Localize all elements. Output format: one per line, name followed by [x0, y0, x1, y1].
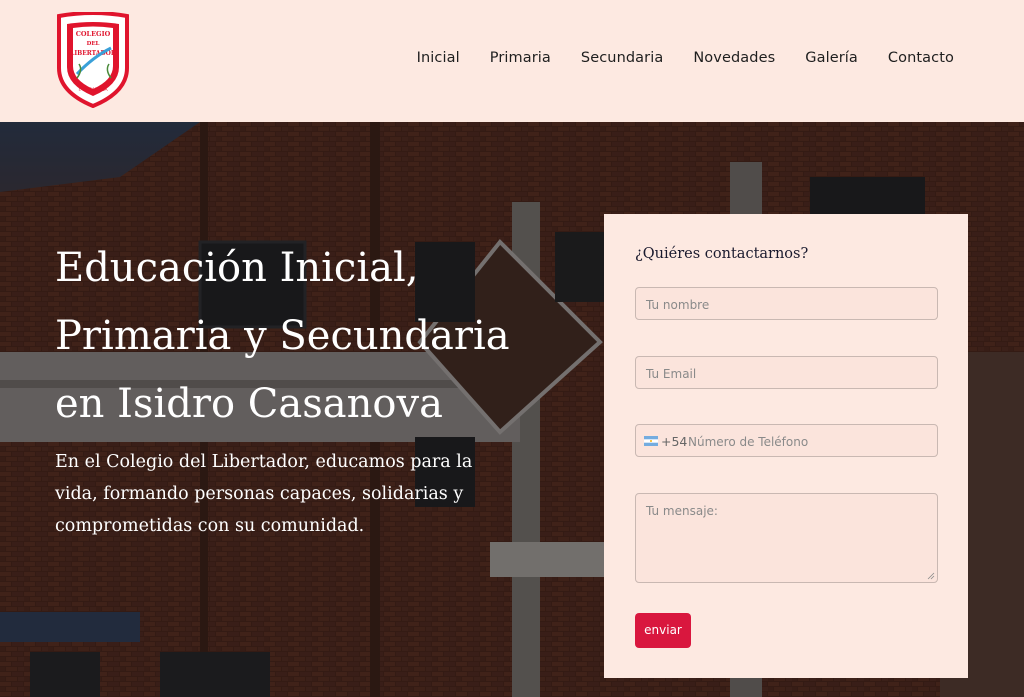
- phone-placeholder: Número de Teléfono: [688, 435, 809, 449]
- hero-title-line: Educación Inicial,: [55, 245, 419, 291]
- phone-input[interactable]: +54 Número de Teléfono: [635, 424, 938, 457]
- logo-bottom-text: I. CASANOVA: [78, 87, 108, 93]
- main-nav: Inicial Primaria Secundaria Novedades Ga…: [387, 50, 954, 66]
- hero-title-line: en Isidro Casanova: [55, 381, 443, 427]
- nav-item-galeria[interactable]: Galería: [805, 50, 858, 66]
- argentina-flag-icon[interactable]: [644, 436, 658, 446]
- phone-country-code: +54: [661, 434, 688, 449]
- logo-mid-text: DEL: [87, 41, 100, 47]
- name-input[interactable]: Tu nombre: [635, 287, 938, 320]
- message-textarea[interactable]: Tu mensaje:: [635, 493, 938, 583]
- logo-main-text: LIBERTADOR: [70, 50, 117, 57]
- nav-item-contacto[interactable]: Contacto: [888, 50, 954, 66]
- nav-item-novedades[interactable]: Novedades: [693, 50, 775, 66]
- form-title: ¿Quiéres contactarnos?: [635, 246, 809, 262]
- resize-handle-icon[interactable]: [927, 572, 935, 580]
- site-header: COLEGIO DEL LIBERTADOR I. CASANOVA Inici…: [0, 0, 1024, 122]
- submit-button[interactable]: enviar: [635, 613, 691, 648]
- hero-title-line: Primaria y Secundaria: [55, 313, 510, 359]
- email-input[interactable]: Tu Email: [635, 356, 938, 389]
- contact-form-card: ¿Quiéres contactarnos? Tu nombre Tu Emai…: [604, 214, 968, 678]
- message-placeholder: Tu mensaje:: [646, 504, 718, 518]
- hero-subtitle: En el Colegio del Libertador, educamos p…: [55, 452, 473, 536]
- school-logo-shield[interactable]: COLEGIO DEL LIBERTADOR I. CASANOVA: [55, 12, 131, 108]
- nav-item-secundaria[interactable]: Secundaria: [581, 50, 663, 66]
- email-placeholder: Tu Email: [646, 367, 697, 381]
- logo-top-text: COLEGIO: [76, 30, 111, 38]
- hero-title: Educación Inicial, Primaria y Secundaria…: [55, 234, 525, 438]
- name-placeholder: Tu nombre: [646, 298, 710, 312]
- nav-item-inicial[interactable]: Inicial: [417, 50, 460, 66]
- nav-item-primaria[interactable]: Primaria: [490, 50, 551, 66]
